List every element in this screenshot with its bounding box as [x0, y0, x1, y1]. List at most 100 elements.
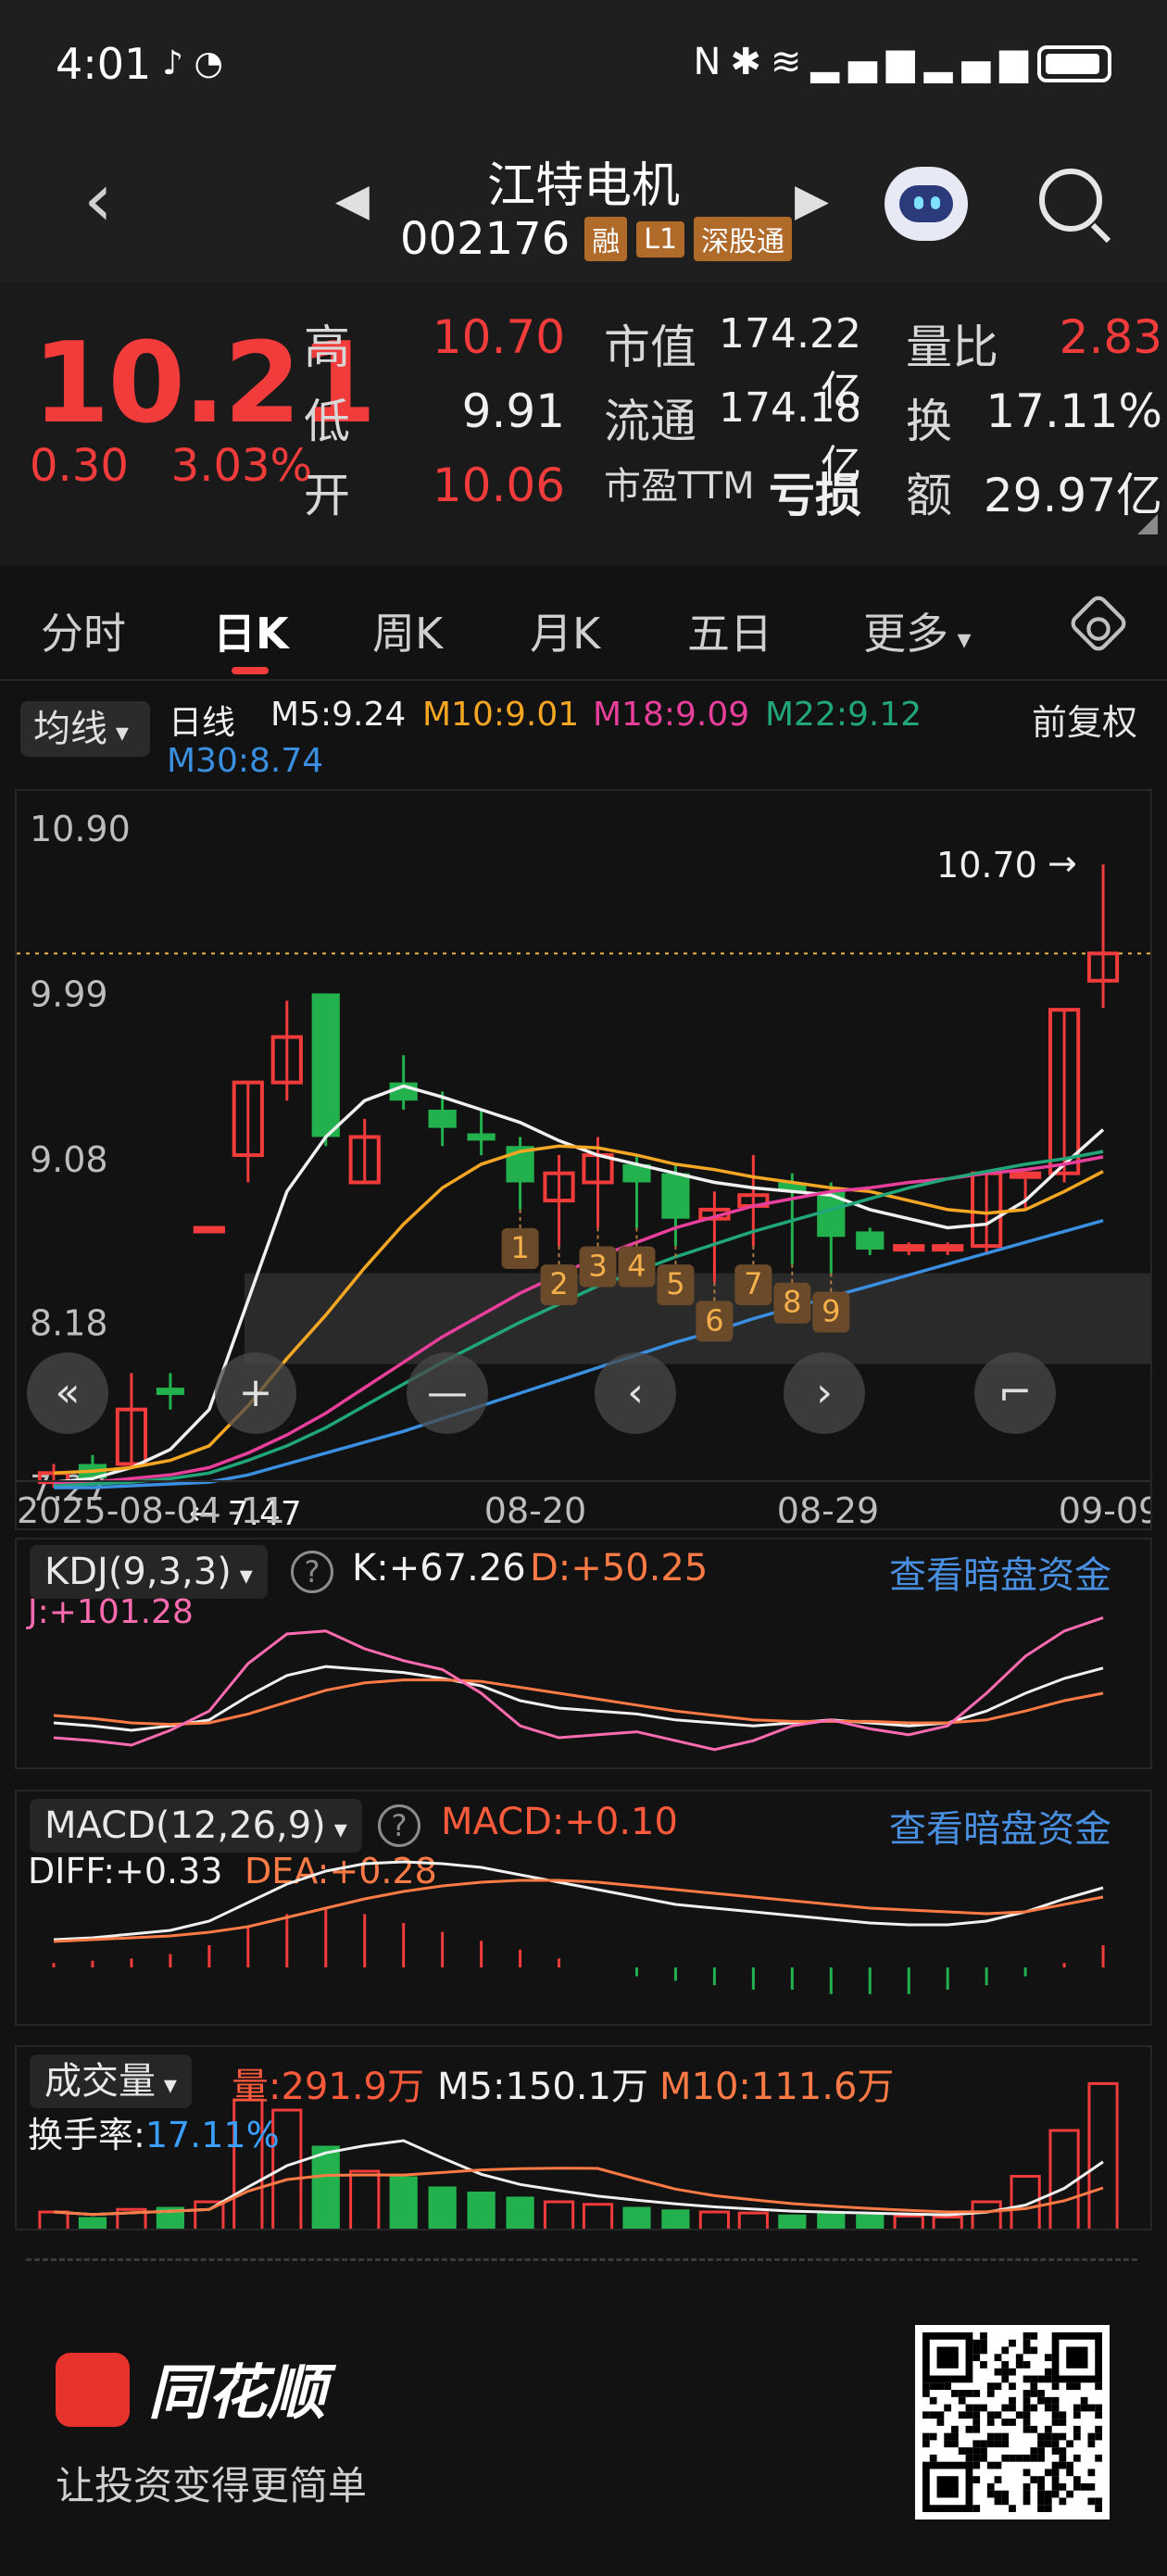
qr-module [994, 2490, 1002, 2498]
qr-module [1023, 2390, 1031, 2397]
kline-chart[interactable]: 10.90 9.99 9.08 8.18 7.27 1 2 3 4 5 6 7 8 9 10.70 → ← 7.… [15, 789, 1161, 1533]
amount-label: 额 [906, 469, 952, 522]
qr-module [1051, 2476, 1060, 2483]
qr-module [1044, 2425, 1052, 2433]
next-stock-icon[interactable]: ▶ [795, 174, 829, 226]
tab-monthly[interactable]: 月K [530, 600, 600, 661]
qr-module [1009, 2404, 1016, 2412]
turnover-rate-value: 17.11% [144, 2115, 280, 2155]
qr-module [1073, 2382, 1081, 2391]
qr-module [1037, 2396, 1045, 2405]
qr-module [1009, 2339, 1016, 2347]
open-value: 10.06 [432, 459, 565, 512]
brand-name: 同花顺 [148, 2359, 326, 2428]
macd-panel[interactable]: MACD(12,26,9) ▾ ? MACD:+0.10 查看暗盘资金 DIFF… [15, 1790, 1152, 2026]
signal-icon: ▂▄▆ [923, 41, 1037, 83]
qr-module [986, 2390, 995, 2397]
qr-module [1015, 2454, 1023, 2462]
tab-intraday[interactable]: 分时 [41, 600, 126, 661]
signal-number: 6 [705, 1302, 723, 1338]
dark-pool-link[interactable]: 查看暗盘资金 [889, 1545, 1111, 1599]
stock-header: ‹ ◀ 江特电机 002176 融 L1 深股通 ▶ [0, 130, 1167, 283]
ma30-value: M30:8.74 [167, 742, 324, 780]
expand-corner-icon[interactable] [1137, 514, 1158, 534]
caret-down-icon: ▾ [107, 717, 129, 748]
qr-module [1095, 2404, 1102, 2412]
qr-module [980, 2404, 987, 2412]
qr-module [1051, 2396, 1060, 2405]
help-icon[interactable]: ? [291, 1551, 333, 1593]
qr-module [1066, 2490, 1073, 2498]
qr-module [1015, 2361, 1023, 2369]
qr-module [1015, 2411, 1023, 2419]
tab-more[interactable]: 更多 ▾ [863, 600, 972, 661]
qr-module [922, 2432, 930, 2441]
qr-module [1023, 2454, 1031, 2462]
chart-nav-icon: + [239, 1369, 273, 1416]
volume-panel[interactable]: 成交量 ▾ 量:291.9万 M5:150.1万 M10:111.6万 换手率:… [15, 2045, 1152, 2230]
qr-module [1037, 2490, 1045, 2498]
qr-module [1059, 2447, 1067, 2455]
qr-module [1066, 2461, 1073, 2469]
adjust-mode[interactable]: 前复权 [1032, 694, 1137, 745]
qr-module [1073, 2425, 1081, 2433]
qr-module [936, 2419, 945, 2426]
volume-bar [428, 2186, 457, 2229]
qr-module [965, 2454, 973, 2462]
qr-module [1037, 2375, 1045, 2383]
qr-module [1023, 2490, 1031, 2498]
tab-weekly[interactable]: 周K [372, 600, 443, 661]
x-tick-label: -11 [228, 1490, 285, 1528]
qr-module [1001, 2490, 1010, 2498]
qr-module [1001, 2375, 1010, 2383]
tab-daily[interactable]: 日K [213, 600, 289, 661]
qr-module [1051, 2482, 1060, 2491]
ai-assistant-icon[interactable] [885, 167, 968, 241]
kline-svg[interactable]: 10.909.999.088.187.27123 45678 910.70 →← 7.… [17, 791, 1161, 1533]
qr-module [1037, 2440, 1045, 2448]
chart-nav-icon: ⌐ [998, 1369, 1033, 1416]
qr-module [958, 2411, 966, 2419]
qr-module [1059, 2411, 1067, 2419]
macd-select-button[interactable]: MACD(12,26,9) ▾ [30, 1799, 362, 1853]
qr-module [922, 2440, 930, 2448]
qr-module [1037, 2497, 1045, 2506]
volume-select-button[interactable]: 成交量 ▾ [30, 2055, 192, 2108]
search-icon[interactable] [1039, 169, 1102, 232]
kdj-panel[interactable]: KDJ(9,3,3) ▾ ? K:+67.26 D:+50.25 J:+101.… [15, 1538, 1152, 1769]
dark-pool-link[interactable]: 查看暗盘资金 [889, 1799, 1111, 1853]
qr-module [1023, 2346, 1031, 2355]
volume-bar [38, 2210, 69, 2229]
ma5-value: M5:9.24 [270, 696, 407, 734]
qr-module [1044, 2432, 1052, 2441]
qr-module [1023, 2375, 1031, 2383]
signal-number: 8 [783, 1285, 801, 1320]
candle-body [311, 993, 340, 1137]
qr-module [972, 2505, 981, 2512]
help-icon[interactable]: ? [378, 1804, 420, 1847]
settings-icon[interactable] [1067, 592, 1130, 655]
qr-module [1044, 2404, 1052, 2412]
qr-module [1023, 2419, 1031, 2426]
candle-body [156, 1388, 184, 1395]
kdj-select-button[interactable]: KDJ(9,3,3) ▾ [30, 1545, 268, 1599]
qr-module [1095, 2382, 1102, 2391]
qr-module [1044, 2469, 1052, 2477]
qr-module [1044, 2440, 1052, 2448]
qr-module [1044, 2396, 1052, 2405]
qr-module [972, 2440, 981, 2448]
qr-module [1030, 2447, 1038, 2455]
ma-btn-label: 均线 [33, 708, 107, 750]
ma-toggle-button[interactable]: 均线 ▾ [20, 701, 150, 757]
signal-number: 4 [627, 1249, 646, 1284]
qr-module [1051, 2432, 1060, 2441]
qr-module [1030, 2346, 1038, 2355]
low-label: 低 [304, 395, 350, 448]
qr-module [980, 2454, 987, 2462]
tab-five-day[interactable]: 五日 [687, 600, 772, 661]
qr-module [1073, 2411, 1081, 2419]
qr-module [944, 2404, 952, 2412]
ma18-value: M18:9.09 [593, 696, 750, 734]
qr-module [965, 2404, 973, 2412]
qr-module [1037, 2482, 1045, 2491]
